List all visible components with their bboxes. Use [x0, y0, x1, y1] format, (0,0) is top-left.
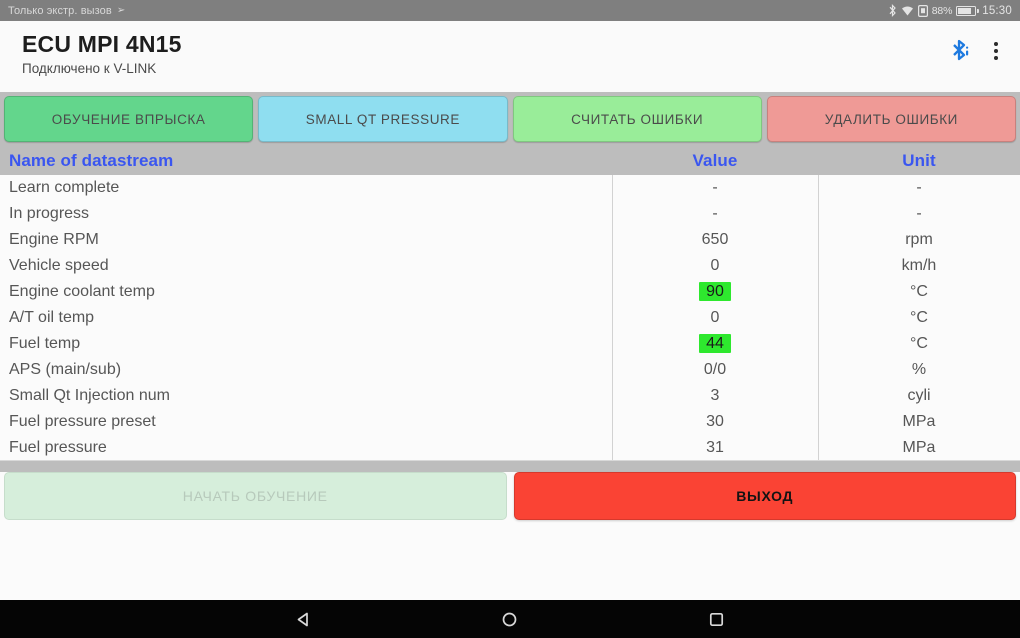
cell-datastream-value: -	[712, 179, 718, 196]
exit-button[interactable]: ВЫХОД	[513, 472, 1016, 520]
home-circle-icon[interactable]	[480, 600, 540, 638]
battery-percent-label: 88%	[931, 4, 953, 17]
table-row[interactable]: APS (main/sub) 0/0%	[0, 357, 1020, 383]
overflow-menu-icon[interactable]	[986, 38, 1006, 64]
cell-datastream-unit: km/h	[901, 257, 937, 274]
cell-datastream-unit: MPa	[902, 439, 936, 456]
cell-datastream-value: 44	[612, 334, 818, 353]
cell-datastream-value: 30	[706, 413, 724, 430]
cell-datastream-unit: -	[916, 179, 922, 196]
page-title: ECU MPI 4N15	[22, 31, 182, 57]
bluetooth-connected-icon[interactable]	[950, 38, 970, 62]
app-bar-actions	[950, 30, 1006, 92]
table-row[interactable]: Engine coolant temp 90 °C	[0, 279, 1020, 305]
cell-datastream-value: 0	[710, 309, 720, 326]
app-screen: Только экстр. вызов ➢ 88% 15:30 ECU MPI …	[0, 0, 1020, 638]
cell-datastream-name: Engine RPM	[9, 231, 99, 248]
cell-datastream-value: 0	[710, 257, 720, 274]
table-row[interactable]: Fuel pressure preset 30 MPa	[0, 409, 1020, 435]
table-header-row: Name of datastream Value Unit	[0, 146, 1020, 175]
cell-datastream-value: 3	[710, 387, 720, 404]
bottom-button-row: НАЧАТЬ ОБУЧЕНИЕ ВЫХОД	[0, 470, 1020, 522]
table-row[interactable]: Learn complete - -	[0, 175, 1020, 201]
value-highlight-badge: 44	[699, 334, 731, 353]
recents-square-icon[interactable]	[687, 600, 747, 638]
table-row[interactable]: Vehicle speed 0 km/h	[0, 253, 1020, 279]
cell-datastream-name: A/T oil temp	[9, 309, 95, 326]
cell-datastream-value: 31	[706, 439, 724, 456]
carrier-label: Только экстр. вызов	[8, 4, 112, 17]
cell-datastream-unit: -	[916, 205, 922, 222]
cell-datastream-unit: °C	[910, 283, 928, 300]
table-row[interactable]: In progress - -	[0, 201, 1020, 227]
android-navigation-bar	[0, 600, 1020, 638]
cell-datastream-name: Fuel temp	[9, 335, 81, 352]
cell-datastream-value: -	[712, 205, 718, 222]
cell-datastream-name: Small Qt Injection num	[9, 387, 170, 404]
table-row[interactable]: Fuel pressure 31 MPa	[0, 435, 1020, 461]
datastream-table: Name of datastream Value Unit Learn comp…	[0, 146, 1020, 461]
cell-datastream-value: 650	[701, 231, 729, 248]
table-row[interactable]: A/T oil temp 0 °C	[0, 305, 1020, 331]
cell-datastream-name: Vehicle speed	[9, 257, 109, 274]
cell-datastream-name: Fuel pressure	[9, 439, 107, 456]
cell-datastream-value: 0/0	[703, 361, 727, 378]
cell-datastream-unit: °C	[910, 335, 928, 352]
column-header-name: Name of datastream	[9, 150, 174, 170]
clear-errors-button[interactable]: УДАЛИТЬ ОШИБКИ	[766, 96, 1016, 142]
cell-datastream-unit: MPa	[902, 413, 936, 430]
battery-icon	[956, 5, 979, 16]
cell-datastream-unit: cyli	[907, 387, 931, 404]
cell-datastream-unit: °C	[910, 309, 928, 326]
cell-datastream-unit: %	[911, 361, 927, 378]
wifi-icon	[901, 5, 914, 17]
table-row[interactable]: Small Qt Injection num 3 cyli	[0, 383, 1020, 409]
start-learning-button[interactable]: НАЧАТЬ ОБУЧЕНИЕ	[4, 472, 507, 520]
action-button-row: ОБУЧЕНИЕ ВПРЫСКА SMALL QT PRESSURE СЧИТА…	[0, 92, 1020, 146]
table-row[interactable]: Fuel temp 44 °C	[0, 331, 1020, 357]
cell-datastream-name: In progress	[9, 205, 90, 222]
bluetooth-icon	[888, 4, 897, 17]
cell-datastream-name: Fuel pressure preset	[9, 413, 156, 430]
status-bar-left: Только экстр. вызов ➢	[8, 5, 125, 17]
small-qt-pressure-button[interactable]: SMALL QT PRESSURE	[258, 96, 508, 142]
injection-learning-button[interactable]: ОБУЧЕНИЕ ВПРЫСКА	[4, 96, 254, 142]
table-body: Learn complete - - In progress - - Engine RPM 6…	[0, 175, 1020, 461]
back-triangle-icon[interactable]	[273, 600, 333, 638]
table-row[interactable]: Engine RPM 650 rpm	[0, 227, 1020, 253]
app-bar-titles: ECU MPI 4N15 Подключено к V-LINK	[22, 30, 182, 92]
carrier-arrow-icon: ➢	[116, 4, 126, 16]
cell-datastream-name: Engine coolant temp	[9, 283, 155, 300]
cell-datastream-unit: rpm	[905, 231, 933, 248]
cell-datastream-name: APS (main/sub)	[9, 361, 122, 378]
cell-datastream-value: 90	[612, 282, 818, 301]
status-bar-right: 88% 15:30	[888, 4, 1012, 17]
clock-label: 15:30	[982, 4, 1012, 17]
value-highlight-badge: 90	[699, 282, 731, 301]
status-bar: Только экстр. вызов ➢ 88% 15:30	[0, 0, 1020, 21]
sim-card-icon	[917, 4, 928, 17]
read-errors-button[interactable]: СЧИТАТЬ ОШИБКИ	[512, 96, 762, 142]
connection-status-label: Подключено к V-LINK	[22, 61, 157, 76]
app-bar: ECU MPI 4N15 Подключено к V-LINK	[0, 21, 1020, 92]
column-header-unit: Unit	[902, 150, 936, 170]
column-header-value: Value	[692, 150, 738, 170]
cell-datastream-name: Learn complete	[9, 179, 120, 196]
